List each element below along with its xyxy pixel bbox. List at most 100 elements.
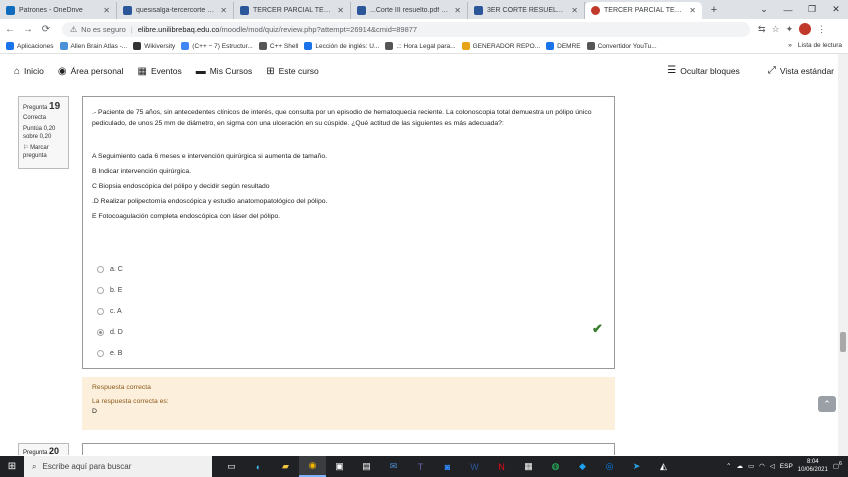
standard-view-button[interactable]: ⤢ Vista estándar	[768, 65, 834, 76]
nav-dashboard[interactable]: ◉ Área personal	[58, 66, 124, 77]
maximize-button[interactable]: ❐	[800, 4, 824, 15]
answer-choice[interactable]: e. B	[97, 343, 123, 364]
bookmark-label: Allen Brain Atlas -...	[70, 42, 128, 50]
radio-button[interactable]	[97, 266, 104, 273]
bookmark-item[interactable]: C++ Shell	[258, 42, 298, 50]
store-icon[interactable]: ▣	[326, 456, 353, 477]
address-bar[interactable]: ⚠ No es seguro | elibre.unilibrebaq.edu.…	[62, 21, 750, 37]
close-tab-icon[interactable]: ✕	[571, 6, 578, 15]
notification-icon[interactable]: ▢6	[833, 461, 842, 470]
profile-avatar[interactable]	[799, 23, 812, 35]
close-tab-icon[interactable]: ✕	[103, 6, 110, 15]
new-tab-button[interactable]: +	[706, 4, 722, 16]
app-icon[interactable]: ◭	[650, 456, 677, 477]
forward-arrow-icon[interactable]: →	[20, 24, 36, 35]
browser-tab[interactable]: 3ER CORTE RESUELTOU.pdf ✕	[468, 2, 585, 19]
radio-button[interactable]	[97, 350, 104, 357]
bookmark-item[interactable]: (C++ − 7) Estructur...	[181, 42, 253, 50]
task-view-icon[interactable]: ▭	[218, 456, 245, 477]
netflix-icon[interactable]: N	[488, 456, 515, 477]
answer-choice[interactable]: c. A	[97, 301, 123, 322]
star-icon[interactable]: ☆	[772, 24, 780, 35]
reading-list-button[interactable]: Lista de lectura	[798, 42, 842, 49]
zoom-icon[interactable]: ◙	[434, 456, 461, 477]
chevron-up-icon: ⌃	[823, 399, 831, 409]
chrome-icon[interactable]: ◉	[299, 456, 326, 477]
back-arrow-icon[interactable]: ←	[2, 24, 18, 35]
minimize-button[interactable]: —	[776, 5, 800, 15]
browser-tab[interactable]: TERCER PARCIAL TEÓRICO ✕	[234, 2, 351, 19]
volume-icon[interactable]: ◁	[770, 462, 775, 470]
bookmark-item[interactable]: .:: Hora Legal para...	[385, 42, 456, 50]
nav-my-courses[interactable]: ▬ Mis Cursos	[196, 66, 253, 77]
windows-start-icon[interactable]: ⊞	[0, 461, 24, 472]
chevron-up-icon[interactable]: ⌃	[726, 462, 731, 470]
bookmark-item[interactable]: DEMRE	[546, 42, 581, 50]
bookmark-item[interactable]: Convertidor YouTu...	[586, 42, 657, 50]
reload-icon[interactable]: ⟳	[38, 24, 54, 35]
messenger-icon[interactable]: ◎	[596, 456, 623, 477]
bookmark-label: GENERADOR REPO...	[472, 42, 541, 50]
bookmark-item[interactable]: Aplicaciones	[6, 42, 54, 50]
whatsapp-icon[interactable]: ◍	[542, 456, 569, 477]
scrollbar-thumb[interactable]	[840, 332, 846, 352]
close-window-button[interactable]: ✕	[824, 4, 848, 15]
twitter-icon[interactable]: ◆	[569, 456, 596, 477]
nav-events[interactable]: ▦ Eventos	[138, 66, 182, 77]
close-tab-icon[interactable]: ✕	[220, 6, 227, 15]
word-icon	[123, 6, 132, 15]
nav-home[interactable]: ⌂ Inicio	[14, 66, 44, 77]
taskbar-search[interactable]: ⌕ Escribe aquí para buscar	[24, 456, 212, 477]
battery-icon[interactable]: ▭	[748, 462, 754, 470]
browser-tab-active[interactable]: TERCER PARCIAL TEÓRICO ✕	[585, 2, 702, 19]
browser-tab[interactable]: quesisalga-tercercorte (1).p... ✕	[117, 2, 234, 19]
calculator-icon[interactable]: ▤	[353, 456, 380, 477]
mail-icon[interactable]: ✉	[380, 456, 407, 477]
telegram-icon[interactable]: ➤	[623, 456, 650, 477]
bookmark-item[interactable]: Allen Brain Atlas -...	[59, 42, 128, 50]
cloud-icon[interactable]: ☁	[736, 462, 743, 470]
answer-choice[interactable]: a. C	[97, 259, 123, 280]
more-menu-icon[interactable]: ⋮	[817, 24, 826, 35]
hide-blocks-button[interactable]: ☰ Ocultar bloques	[667, 65, 740, 76]
teams-icon[interactable]: T	[407, 456, 434, 477]
nav-label: Inicio	[24, 66, 44, 76]
bookmark-item[interactable]: Lección de inglés: U...	[304, 42, 379, 50]
nav-this-course[interactable]: ⊞ Este curso	[266, 66, 319, 77]
windows-taskbar: ⊞ ⌕ Escribe aquí para buscar ▭ ◐ ▰ ◉ ▣ ▤…	[0, 456, 848, 477]
nav-label: Eventos	[151, 66, 182, 76]
browser-tab[interactable]: Patrones - OneDrive ✕	[0, 2, 117, 19]
wifi-icon[interactable]: ◠	[759, 462, 765, 470]
option-text: A Seguimiento cada 6 meses e intervenció…	[92, 153, 328, 160]
radio-button-selected[interactable]	[97, 329, 104, 336]
bookmarks-overflow-button[interactable]: »	[788, 42, 792, 49]
page-scrollbar[interactable]	[838, 54, 848, 456]
feedback-status: Respuesta correcta	[92, 384, 151, 391]
bookmark-item[interactable]: Wikiversity	[133, 42, 175, 50]
answer-choice[interactable]: b. E	[97, 280, 123, 301]
word-app-icon[interactable]: W	[461, 456, 488, 477]
close-tab-icon[interactable]: ✕	[689, 6, 696, 15]
answer-label: a. C	[110, 266, 123, 273]
back-to-top-button[interactable]: ⌃	[818, 396, 836, 412]
extensions-icon[interactable]: ✦	[786, 24, 794, 35]
word-icon	[240, 6, 249, 15]
flag-question-link[interactable]: ⚐ Marcar pregunta	[23, 144, 64, 160]
file-explorer-icon[interactable]: ▰	[272, 456, 299, 477]
bookmark-item[interactable]: GENERADOR REPO...	[461, 42, 541, 50]
close-tab-icon[interactable]: ✕	[337, 6, 344, 15]
browser-tab[interactable]: ...Corte III resuelto.pdf - Mic ✕	[351, 2, 468, 19]
answer-label: e. B	[110, 350, 123, 357]
answer-choice-selected[interactable]: d. D	[97, 322, 123, 343]
bookmark-favicon	[59, 42, 68, 50]
edge-icon[interactable]: ◐	[245, 456, 272, 477]
radio-button[interactable]	[97, 287, 104, 294]
close-tab-icon[interactable]: ✕	[454, 6, 461, 15]
translate-icon[interactable]: ⇆	[758, 24, 766, 35]
news-icon[interactable]: ▦	[515, 456, 542, 477]
language-indicator[interactable]: ESP	[780, 463, 793, 470]
bookmarks-end: » Lista de lectura	[788, 42, 842, 49]
clock[interactable]: 8:04 10/06/2021	[798, 458, 828, 474]
chevron-down-icon[interactable]: ⌄	[752, 4, 776, 15]
radio-button[interactable]	[97, 308, 104, 315]
